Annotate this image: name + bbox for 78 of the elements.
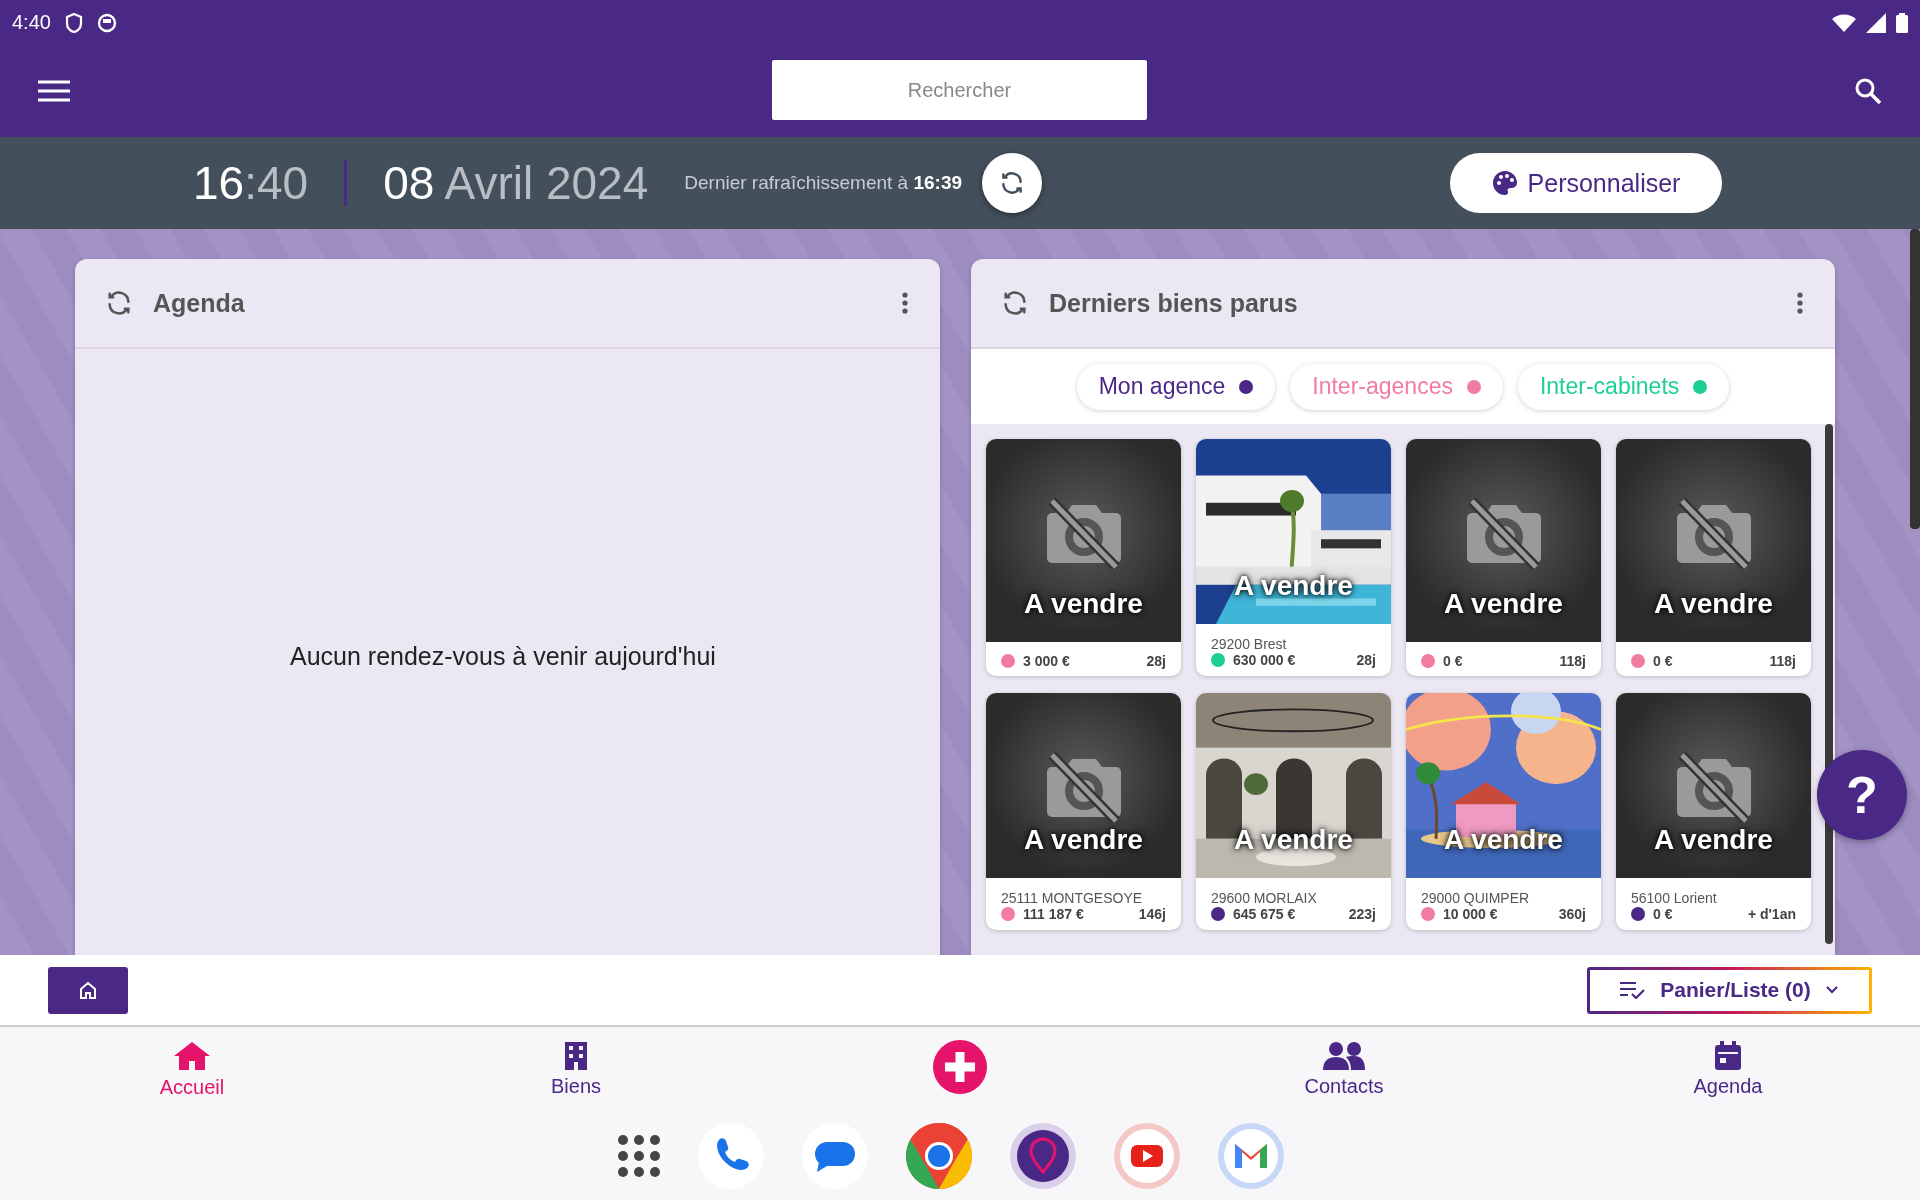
palette-icon [1491, 170, 1518, 196]
listing-price: 630 000 € [1233, 652, 1296, 668]
signal-icon [1866, 12, 1886, 33]
current-time: 16:40 [193, 156, 309, 210]
listing-tile[interactable]: A vendre 25111 MONTGESOYE 111 187 € 146j [986, 693, 1181, 930]
building-icon [564, 1041, 588, 1071]
listing-price: 0 € [1443, 653, 1463, 669]
listing-tile[interactable]: A vendre 0 € 118j [1406, 439, 1601, 676]
search-field[interactable]: Rechercher [772, 60, 1147, 120]
card-title: Derniers biens parus [1049, 288, 1299, 318]
listing-price: 10 000 € [1443, 906, 1498, 922]
app-grid-icon[interactable] [617, 1134, 661, 1178]
add-icon [932, 1039, 988, 1095]
listing-status: A vendre [1653, 824, 1774, 856]
last-refresh-text: Dernier rafraîchissement à 16:39 [684, 172, 963, 194]
shield-icon [64, 12, 83, 33]
video-play-icon[interactable] [1113, 1122, 1181, 1190]
refresh-icon[interactable] [1001, 289, 1029, 317]
listing-tile[interactable]: A vendre 56100 Lorient 0 € + d'1an [1616, 693, 1811, 930]
caret-icon [1824, 985, 1839, 995]
search-icon[interactable] [1854, 77, 1882, 105]
refresh-icon[interactable] [105, 289, 133, 317]
home-icon [172, 1040, 212, 1072]
browser-icon[interactable] [905, 1122, 973, 1190]
listing-age: 28j [1146, 653, 1166, 669]
listing-price: 3 000 € [1023, 653, 1070, 669]
listing-age: + d'1an [1747, 906, 1796, 922]
listing-tile[interactable]: A vendre 29600 MORLAIX 645 675 € 223j [1196, 693, 1391, 930]
chat-bubble-icon[interactable] [801, 1122, 869, 1190]
listing-location: 56100 Lorient [1631, 890, 1718, 906]
listing-price: 645 675 € [1233, 906, 1296, 922]
listing-age: 360j [1558, 906, 1586, 922]
listing-tile[interactable]: A vendre 0 € 118j [1616, 439, 1811, 676]
listing-status: A vendre [1443, 588, 1564, 620]
listing-location: 25111 MONTGESOYE [1001, 890, 1144, 906]
map-pin-icon[interactable] [1009, 1122, 1077, 1190]
listing-status: A vendre [1233, 824, 1354, 856]
listing-status: A vendre [1653, 588, 1774, 620]
filter-chip[interactable]: Mon agence [1076, 363, 1276, 410]
listing-age: 118j [1769, 653, 1796, 669]
home-button[interactable] [48, 966, 128, 1014]
calendar-icon [1714, 1041, 1742, 1071]
menu-icon[interactable] [38, 80, 70, 102]
checklist-icon [1620, 981, 1647, 999]
customize-button[interactable]: Personnaliser [1450, 153, 1722, 213]
listing-age: 28j [1356, 652, 1376, 668]
nav-item[interactable]: Agenda [1536, 1027, 1920, 1112]
listing-status: A vendre [1023, 824, 1144, 856]
listing-age: 223j [1348, 906, 1376, 922]
scrollbar[interactable] [1910, 229, 1920, 529]
listing-location: 29600 MORLAIX [1211, 890, 1318, 906]
listing-tile[interactable]: A vendre 3 000 € 28j [986, 439, 1181, 676]
mail-icon[interactable] [1217, 1122, 1285, 1190]
more-options-icon[interactable] [902, 292, 908, 314]
nav-item[interactable]: Biens [384, 1027, 768, 1112]
phone-icon[interactable] [697, 1122, 765, 1190]
battery-icon [1896, 12, 1908, 33]
listing-price: 0 € [1653, 653, 1673, 669]
listing-status: A vendre [1023, 588, 1144, 620]
empty-message: Aucun rendez-vous à venir aujourd'hui [290, 642, 716, 671]
listing-location: 29000 QUIMPER [1421, 890, 1531, 906]
help-button[interactable]: ? [1817, 750, 1907, 840]
wifi-icon [1832, 13, 1856, 32]
card-title: Agenda [153, 288, 246, 318]
home-icon [78, 980, 98, 1000]
listing-age: 146j [1138, 906, 1166, 922]
circle-status-icon [96, 12, 117, 33]
more-options-icon[interactable] [1797, 292, 1803, 314]
current-date: 08 Avril 2024 [383, 156, 649, 210]
refresh-button[interactable] [982, 153, 1043, 213]
people-icon [1322, 1041, 1366, 1071]
clock-time: 4:40 [12, 11, 51, 34]
nav-item[interactable]: Accueil [0, 1027, 384, 1112]
listing-age: 118j [1559, 653, 1586, 669]
listing-location: 29200 Brest [1211, 636, 1288, 652]
listing-price: 0 € [1653, 906, 1673, 922]
nav-item[interactable]: Contacts [1152, 1027, 1536, 1112]
listing-price: 111 187 € [1023, 906, 1084, 922]
